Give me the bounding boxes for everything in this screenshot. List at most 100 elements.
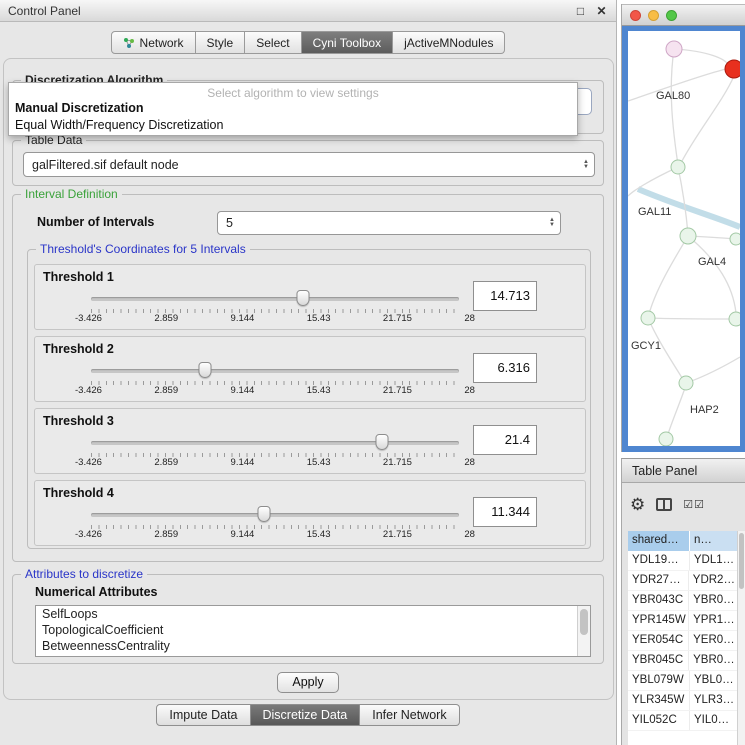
- threshold-4-slider[interactable]: [91, 505, 459, 523]
- algorithm-option-equal-width[interactable]: Equal Width/Frequency Discretization: [9, 117, 577, 134]
- slider-thumb[interactable]: [297, 290, 310, 306]
- table-row[interactable]: YLR345WYLR3…: [628, 691, 738, 711]
- float-window-icon[interactable]: □: [574, 4, 587, 18]
- thresholds-group-title: Threshold's Coordinates for 5 Intervals: [36, 242, 250, 256]
- table-cell[interactable]: YER054C: [628, 631, 689, 650]
- threshold-4-label: Threshold 4: [43, 486, 114, 500]
- list-item[interactable]: TopologicalCoefficient: [36, 622, 590, 638]
- table-panel-title: Table Panel: [632, 464, 697, 478]
- network-node[interactable]: [680, 228, 696, 244]
- table-cell[interactable]: YLR345W: [628, 691, 690, 710]
- tab-network[interactable]: Network: [111, 31, 196, 54]
- interval-definition-group: Interval Definition Number of Intervals …: [12, 194, 604, 562]
- tab-discretize-data[interactable]: Discretize Data: [251, 704, 361, 726]
- scrollbar-thumb[interactable]: [580, 609, 588, 635]
- threshold-3-value-field[interactable]: 21.4: [473, 425, 537, 455]
- table-data-combo[interactable]: galFiltered.sif default node ▲▼: [23, 152, 595, 177]
- number-of-intervals-combo[interactable]: 5 ▲▼: [217, 211, 561, 235]
- table-row[interactable]: YBR045CYBR0…: [628, 651, 738, 671]
- close-icon[interactable]: ✕: [595, 4, 608, 18]
- slider-tick-label: 21.715: [383, 457, 412, 468]
- column-header-shared-name[interactable]: shared…: [628, 531, 690, 551]
- threshold-4-value-field[interactable]: 11.344: [473, 497, 537, 527]
- tab-cyni-toolbox[interactable]: Cyni Toolbox: [302, 31, 393, 54]
- network-node[interactable]: [730, 233, 740, 245]
- algorithm-placeholder-option[interactable]: Select algorithm to view settings: [9, 83, 577, 100]
- threshold-2-label: Threshold 2: [43, 342, 114, 356]
- table-row[interactable]: YIL052CYIL0…: [628, 711, 738, 731]
- table-cell[interactable]: YDL1…: [690, 551, 738, 570]
- table-row[interactable]: YDR27…YDR2…: [628, 571, 738, 591]
- tab-jactivemnodules[interactable]: jActiveMNodules: [393, 31, 505, 54]
- tab-infer-network[interactable]: Infer Network: [360, 704, 459, 726]
- numerical-attributes-label: Numerical Attributes: [35, 585, 157, 599]
- table-cell[interactable]: YIL052C: [628, 711, 690, 730]
- gear-icon[interactable]: ⚙: [630, 496, 645, 513]
- table-cell[interactable]: YIL0…: [690, 711, 733, 730]
- list-item[interactable]: SelfLoops: [36, 606, 590, 622]
- table-row[interactable]: YBL079WYBL0…: [628, 671, 738, 691]
- columns-icon[interactable]: [656, 498, 672, 511]
- table-row[interactable]: YDL19…YDL1…: [628, 551, 738, 571]
- table-cell[interactable]: YER0…: [689, 631, 738, 650]
- threshold-1-slider[interactable]: [91, 289, 459, 307]
- network-node[interactable]: [671, 160, 685, 174]
- network-node[interactable]: [641, 311, 655, 325]
- tab-style[interactable]: Style: [196, 31, 246, 54]
- network-node[interactable]: [729, 312, 740, 326]
- tab-select[interactable]: Select: [245, 31, 301, 54]
- table-cell[interactable]: YDR2…: [689, 571, 738, 590]
- tab-jactivemnodules-label: jActiveMNodules: [404, 36, 493, 50]
- table-row[interactable]: YBR043CYBR0…: [628, 591, 738, 611]
- network-node-label: HAP2: [690, 404, 719, 416]
- checkbox-icons[interactable]: ☑☑: [683, 498, 705, 511]
- table-cell[interactable]: YBR045C: [628, 651, 689, 670]
- apply-button[interactable]: Apply: [277, 672, 339, 693]
- network-node[interactable]: [725, 60, 740, 78]
- minimize-traffic-light-icon[interactable]: [648, 10, 659, 21]
- attributes-list[interactable]: SelfLoops TopologicalCoefficient Between…: [35, 605, 591, 657]
- close-traffic-light-icon[interactable]: [630, 10, 641, 21]
- table-panel: Table Panel ⚙ ☑☑ shared… n… YDL19…YDL1…Y…: [621, 458, 745, 745]
- network-node[interactable]: [659, 432, 673, 446]
- threshold-2-value-field[interactable]: 6.316: [473, 353, 537, 383]
- table-cell[interactable]: YLR3…: [690, 691, 738, 710]
- table-cell[interactable]: YPR145W: [628, 611, 689, 630]
- threshold-3-slider[interactable]: [91, 433, 459, 451]
- table-cell[interactable]: YBR043C: [628, 591, 689, 610]
- table-cell[interactable]: YBL079W: [628, 671, 690, 690]
- node-table-header: shared… n…: [628, 531, 738, 551]
- network-node-label: GAL4: [698, 256, 726, 268]
- threshold-1-value-field[interactable]: 14.713: [473, 281, 537, 311]
- table-cell[interactable]: YPR1…: [689, 611, 738, 630]
- slider-tick-labels: -3.4262.8599.14415.4321.71528: [75, 385, 475, 396]
- table-cell[interactable]: YBL0…: [690, 671, 738, 690]
- algorithm-option-manual[interactable]: Manual Discretization: [9, 100, 577, 117]
- table-row[interactable]: YER054CYER0…: [628, 631, 738, 651]
- slider-thumb[interactable]: [375, 434, 388, 450]
- slider-thumb[interactable]: [257, 506, 270, 522]
- zoom-traffic-light-icon[interactable]: [666, 10, 677, 21]
- table-cell[interactable]: YBR0…: [689, 651, 738, 670]
- table-cell[interactable]: YDL19…: [628, 551, 690, 570]
- slider-tick-labels: -3.4262.8599.14415.4321.71528: [75, 313, 475, 324]
- slider-thumb[interactable]: [199, 362, 212, 378]
- threshold-2-slider[interactable]: [91, 361, 459, 379]
- scrollbar-thumb[interactable]: [739, 533, 744, 589]
- tab-impute-data[interactable]: Impute Data: [156, 704, 250, 726]
- slider-tick-label: 28: [464, 313, 475, 324]
- network-node[interactable]: [679, 376, 693, 390]
- slider-tick-label: 15.43: [307, 385, 331, 396]
- column-header-name[interactable]: n…: [690, 531, 738, 551]
- attributes-list-scrollbar[interactable]: [577, 606, 590, 656]
- network-node[interactable]: [666, 41, 682, 57]
- network-node-label: GAL80: [656, 90, 690, 102]
- table-cell[interactable]: YBR0…: [689, 591, 738, 610]
- tab-impute-data-label: Impute Data: [169, 708, 237, 722]
- list-item[interactable]: BetweennessCentrality: [36, 638, 590, 654]
- table-cell[interactable]: YDR27…: [628, 571, 689, 590]
- table-panel-header: Table Panel: [622, 459, 745, 483]
- network-canvas[interactable]: GAL80GAL11GAL4GCY1HAP2: [628, 31, 740, 446]
- table-row[interactable]: YPR145WYPR1…: [628, 611, 738, 631]
- table-scrollbar[interactable]: [737, 531, 745, 745]
